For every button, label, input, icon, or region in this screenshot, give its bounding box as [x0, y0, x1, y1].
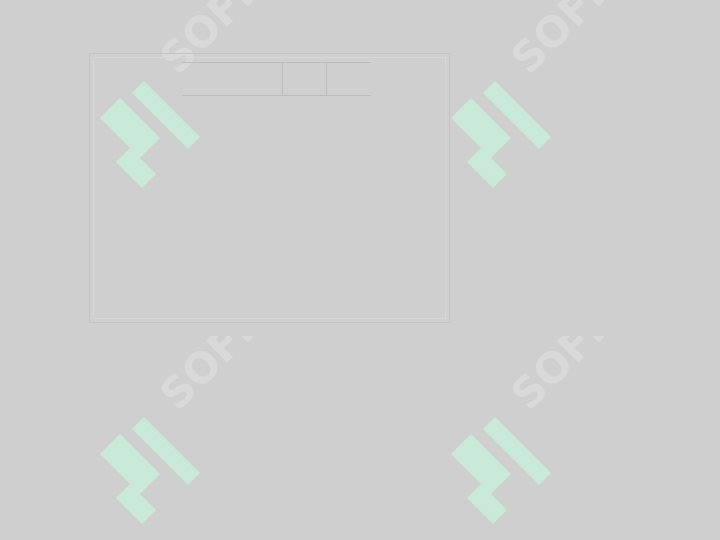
watermark-brand-text: SOFF	[150, 336, 272, 419]
soff-logo-icon: SOFF	[451, 0, 623, 188]
watermark-brand-text: SOFF	[501, 336, 623, 419]
watermark-logo: SOFF	[433, 336, 693, 536]
main-panel	[89, 53, 450, 323]
strip-cell-a[interactable]	[282, 62, 327, 96]
watermark-logo: SOFF	[433, 0, 693, 200]
soff-logo-icon: SOFF	[100, 336, 272, 524]
watermark-logo: SOFF	[82, 336, 342, 536]
soff-logo-icon: SOFF	[451, 336, 623, 524]
strip-cell-b[interactable]	[326, 62, 371, 96]
watermark-brand-text: SOFF	[501, 0, 623, 83]
panel-inner-frame	[93, 57, 446, 319]
